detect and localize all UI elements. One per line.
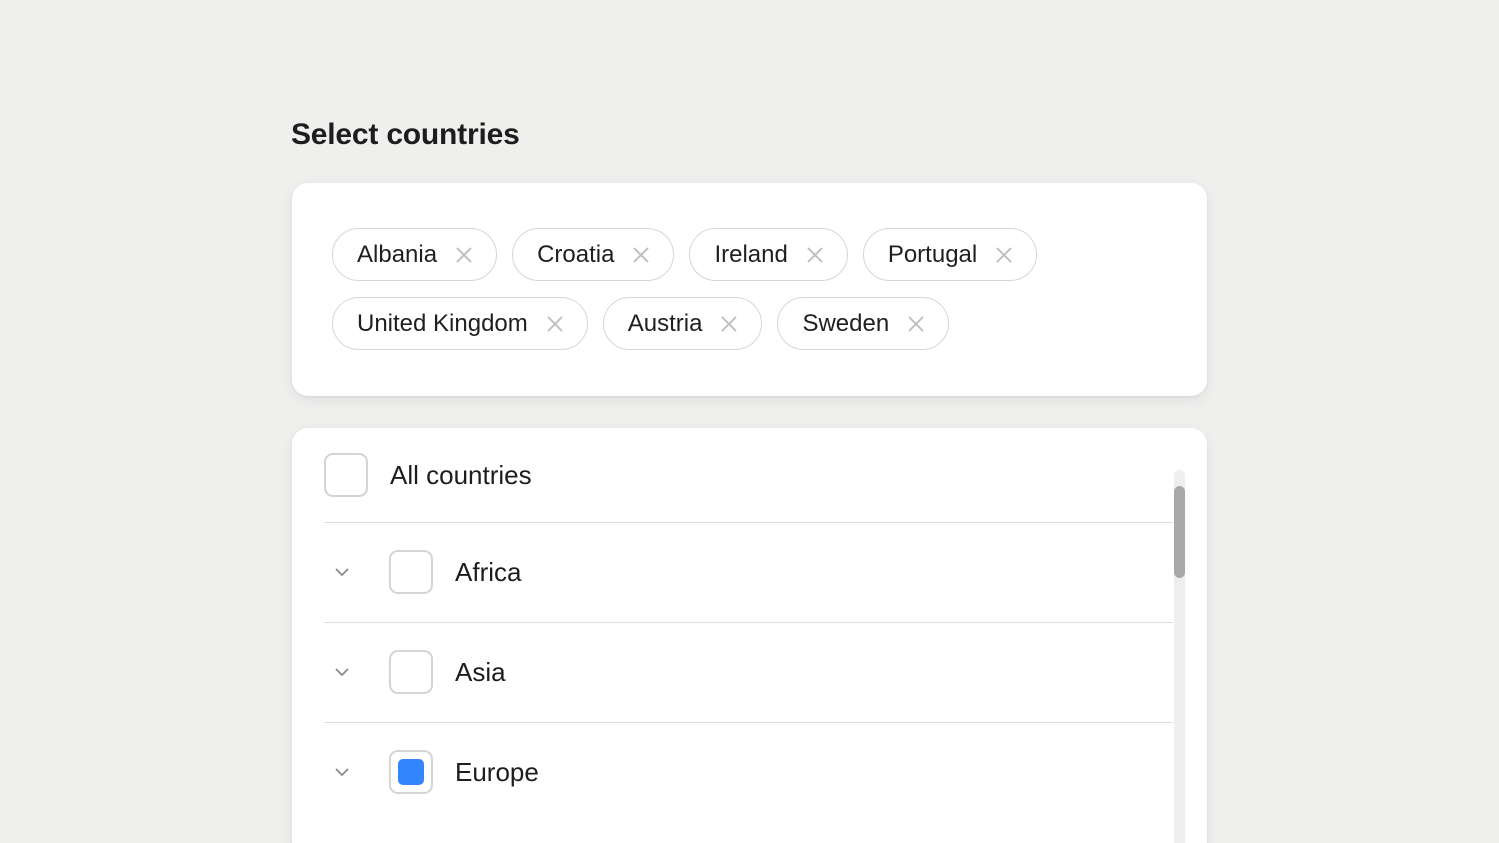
- country-checkbox[interactable]: [389, 750, 433, 794]
- close-icon[interactable]: [903, 311, 929, 337]
- list-scrollbar-track[interactable]: [1174, 470, 1185, 843]
- page-root: Select countries Albania Croatia Ireland Po…: [0, 0, 1499, 843]
- country-chip[interactable]: Albania: [332, 228, 497, 281]
- country-chip-label: Sweden: [802, 312, 889, 336]
- country-list-row-label: Europe: [455, 759, 539, 785]
- country-checkbox[interactable]: [324, 453, 368, 497]
- close-icon[interactable]: [802, 242, 828, 268]
- page-title: Select countries: [291, 114, 520, 156]
- country-chip[interactable]: Ireland: [689, 228, 847, 281]
- country-checkbox[interactable]: [389, 650, 433, 694]
- chevron-down-icon[interactable]: [324, 654, 360, 690]
- country-list-row-label: Africa: [455, 559, 521, 585]
- country-chip[interactable]: United Kingdom: [332, 297, 588, 350]
- country-chip[interactable]: Sweden: [777, 297, 949, 350]
- country-checkbox[interactable]: [389, 550, 433, 594]
- country-chip[interactable]: Portugal: [863, 228, 1037, 281]
- list-scrollbar-thumb[interactable]: [1174, 486, 1185, 578]
- country-chip-label: Portugal: [888, 243, 977, 267]
- country-list-row[interactable]: All countries: [324, 428, 1173, 522]
- chevron-down-icon[interactable]: [324, 554, 360, 590]
- close-icon[interactable]: [542, 311, 568, 337]
- country-list-row[interactable]: Africa: [324, 522, 1173, 622]
- country-list-row-label: All countries: [390, 462, 532, 488]
- close-icon[interactable]: [716, 311, 742, 337]
- country-list-card: All countries Africa Asia Europe: [292, 428, 1207, 843]
- country-chip-label: Ireland: [714, 243, 787, 267]
- chevron-down-icon[interactable]: [324, 754, 360, 790]
- country-chip-label: Austria: [628, 312, 703, 336]
- country-list-row-label: Asia: [455, 659, 506, 685]
- selected-countries-card: Albania Croatia Ireland Portugal United King…: [292, 183, 1207, 396]
- country-chip-label: United Kingdom: [357, 312, 528, 336]
- close-icon[interactable]: [991, 242, 1017, 268]
- country-list-row[interactable]: Europe: [324, 722, 1173, 822]
- country-chip[interactable]: Austria: [603, 297, 763, 350]
- country-chip[interactable]: Croatia: [512, 228, 674, 281]
- country-chip-label: Croatia: [537, 243, 614, 267]
- country-list-row[interactable]: Asia: [324, 622, 1173, 722]
- country-chip-label: Albania: [357, 243, 437, 267]
- close-icon[interactable]: [451, 242, 477, 268]
- country-list: All countries Africa Asia Europe: [292, 428, 1207, 843]
- close-icon[interactable]: [628, 242, 654, 268]
- selected-chips-container: Albania Croatia Ireland Portugal United King…: [332, 228, 1171, 350]
